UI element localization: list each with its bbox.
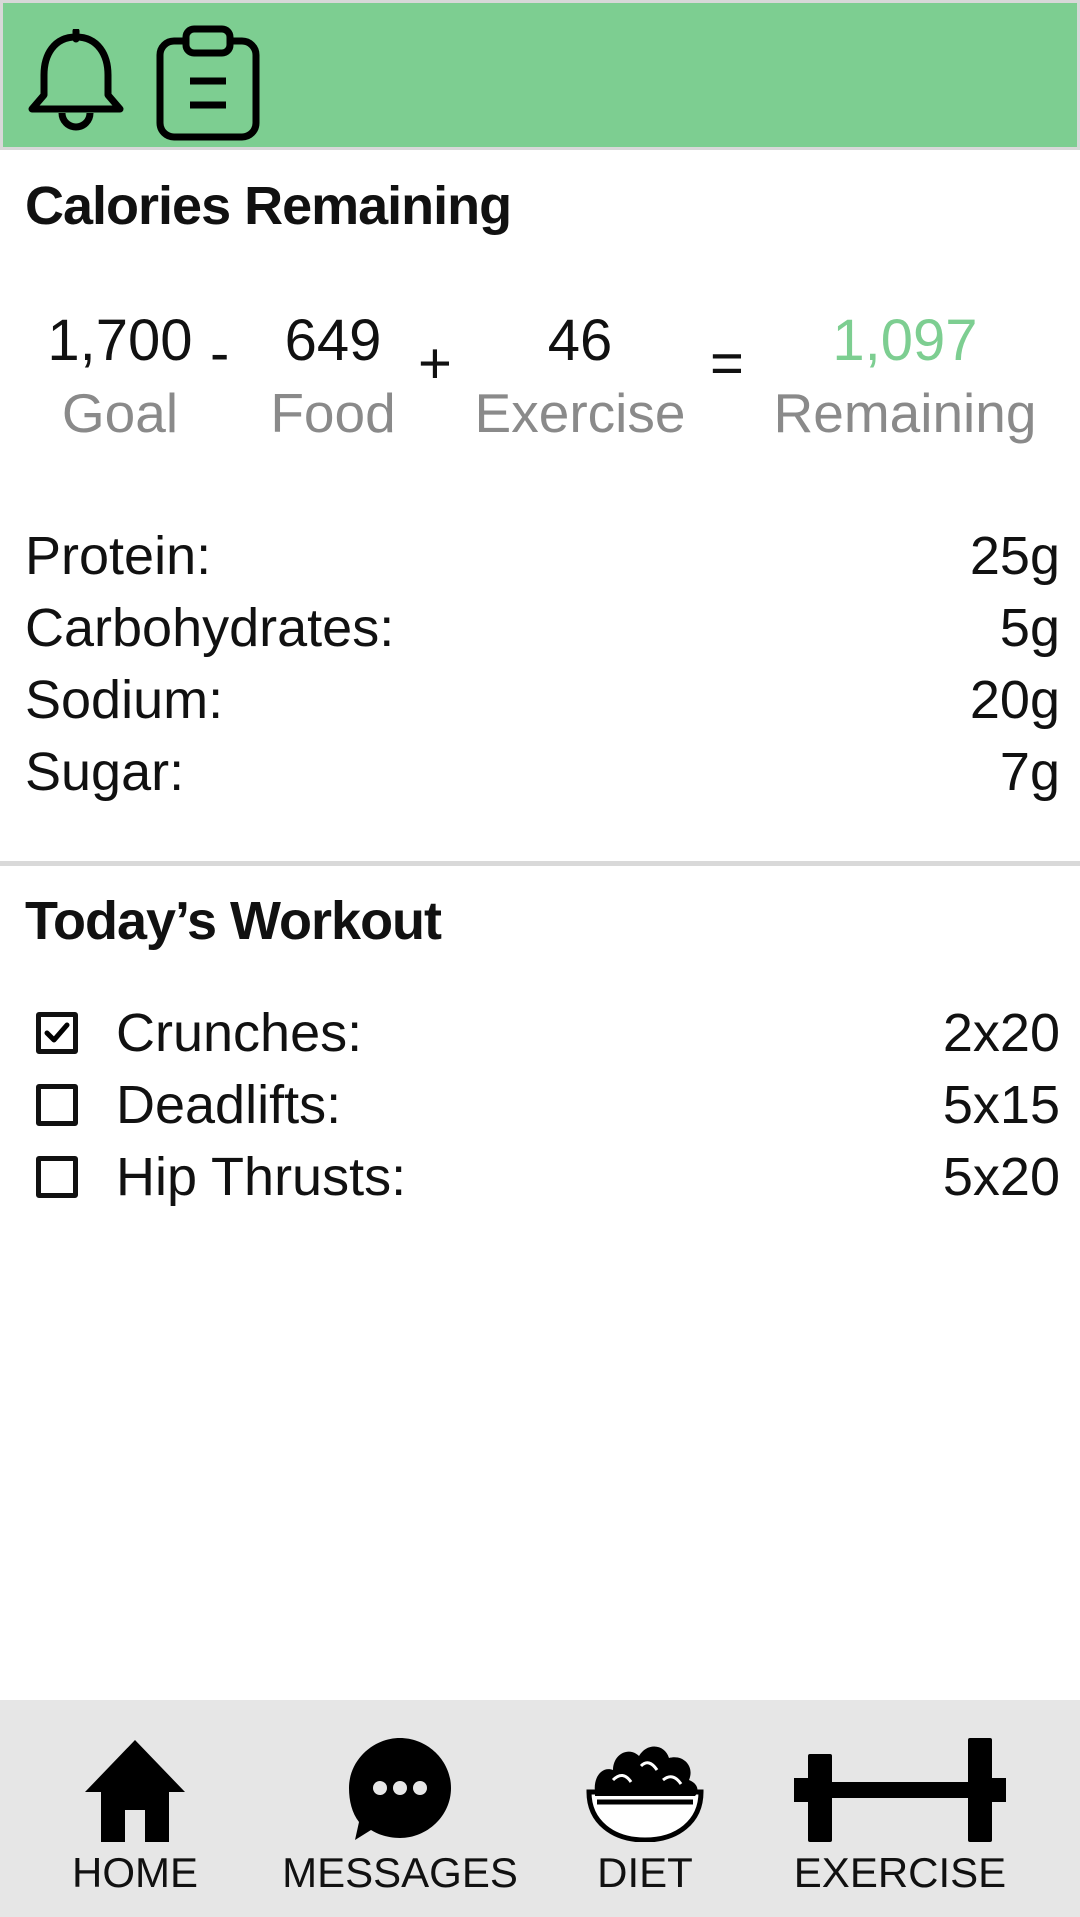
workout-item: Deadlifts: 5x15 [36,1072,1060,1138]
nav-diet[interactable]: DIET [570,1700,720,1917]
nav-diet-label: DIET [597,1849,693,1896]
nav-exercise[interactable]: EXERCISE [790,1700,1010,1917]
notifications-button[interactable] [21,25,131,140]
app-screen: Calories Remaining 1,700 Goal - 649 Food… [0,0,1080,1917]
minus-operator: - [210,321,230,386]
nav-home[interactable]: HOME [55,1700,215,1917]
nav-home-label: HOME [72,1849,198,1896]
nutrient-label: Carbohydrates: [25,598,395,658]
workout-label: Deadlifts: [116,1075,342,1135]
home-icon [85,1740,185,1842]
salad-bowl-icon [586,1746,704,1842]
remaining-block: 1,097 Remaining [765,305,1045,449]
check-icon [44,1022,70,1043]
exercise-value: 46 [547,308,613,373]
nav-messages-label: MESSAGES [282,1849,518,1896]
goal-label: Goal [61,382,179,444]
top-bar [0,0,1080,150]
goal-value: 1,700 [47,308,193,373]
workout-sets: 5x15 [942,1075,1060,1135]
workout-sets: 2x20 [942,1003,1060,1063]
bottom-nav: HOME MESSAGES DIET EXERCISE [0,1700,1080,1917]
goal-block: 1,700 Goal [40,305,200,449]
nutrient-label: Sodium: [25,670,224,730]
bell-icon [28,28,124,130]
remaining-label: Remaining [773,382,1037,444]
remaining-value: 1,097 [832,308,978,373]
equals-operator: = [710,331,744,396]
nutrient-value: 7g [999,742,1060,802]
food-value: 649 [284,308,382,373]
workout-item: Crunches: 2x20 [36,1000,1060,1066]
plus-operator: + [418,331,452,396]
workout-checkbox-checked[interactable] [36,1012,78,1054]
calories-remaining-title: Calories Remaining [25,176,512,236]
workout-label: Hip Thrusts: [116,1147,407,1207]
nutrient-label: Protein: [25,526,212,586]
nav-messages[interactable]: MESSAGES [280,1700,520,1917]
log-button[interactable] [153,25,263,140]
exercise-block: 46 Exercise [470,305,690,449]
nutrient-value: 20g [969,670,1060,730]
nutrient-row: Sodium: 20g [25,667,1060,733]
chat-bubble-icon [349,1738,451,1840]
workout-sets: 5x20 [942,1147,1060,1207]
clipboard-icon [156,25,260,140]
todays-workout-title: Today’s Workout [25,891,442,951]
exercise-label: Exercise [474,382,686,444]
nutrient-row: Carbohydrates: 5g [25,595,1060,661]
nav-exercise-label: EXERCISE [793,1849,1007,1896]
food-block: 649 Food [258,305,408,449]
workout-item: Hip Thrusts: 5x20 [36,1144,1060,1210]
workout-checkbox[interactable] [36,1084,78,1126]
workout-label: Crunches: [116,1003,363,1063]
nutrient-label: Sugar: [25,742,185,802]
nutrient-row: Sugar: 7g [25,739,1060,805]
dumbbell-icon [794,1738,1006,1842]
section-divider [0,861,1080,866]
nutrient-value: 5g [999,598,1060,658]
workout-checkbox[interactable] [36,1156,78,1198]
nutrient-value: 25g [969,526,1060,586]
nutrient-row: Protein: 25g [25,523,1060,589]
food-label: Food [270,382,396,444]
